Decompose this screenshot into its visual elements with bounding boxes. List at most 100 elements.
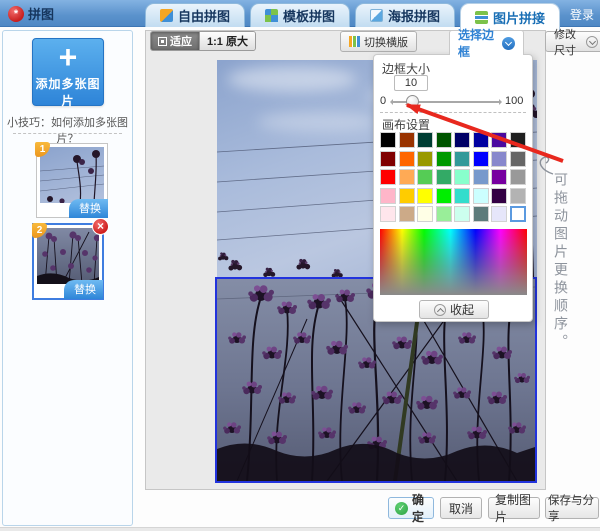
border-size-slider: 0 100 [374,94,532,110]
color-swatch[interactable] [491,151,507,167]
thumbnail-photo-2-art [37,228,99,284]
thumbnail-photo-2 [37,228,99,284]
app-logo: * 拼图 [8,4,54,23]
copy-image-button[interactable]: 复制图片 [488,497,540,519]
color-swatch[interactable] [380,169,396,185]
color-swatch[interactable] [491,169,507,185]
color-swatch[interactable] [454,132,470,148]
color-swatch[interactable] [380,151,396,167]
color-swatch[interactable] [399,206,415,222]
color-swatch[interactable] [473,132,489,148]
logo-icon: * [8,6,24,22]
color-swatch[interactable] [399,132,415,148]
cancel-button[interactable]: 取消 [440,497,482,519]
color-swatch[interactable] [510,151,526,167]
plus-icon: + [33,39,103,75]
color-swatch[interactable] [473,188,489,204]
collapse-button[interactable]: 收起 [419,300,489,319]
tab-template-collage[interactable]: 模板拼图 [250,3,350,27]
check-icon: ✓ [395,502,408,515]
resize-button[interactable]: 修改尺寸 [545,31,600,52]
color-swatch[interactable] [417,206,433,222]
color-swatch[interactable] [417,151,433,167]
poster-collage-icon [370,9,383,22]
color-swatch[interactable] [399,151,415,167]
thumbnail-photo-1-art [40,147,104,203]
color-swatch[interactable] [454,169,470,185]
free-collage-icon [160,9,173,22]
add-images-button[interactable]: + 添加多张图片 [32,38,104,106]
color-swatch[interactable] [510,188,526,204]
color-swatch[interactable] [473,169,489,185]
chevron-up-icon [434,304,446,316]
color-swatch[interactable] [491,132,507,148]
template-collage-icon [265,9,278,22]
thumbnail-item-2[interactable]: 2 × 替换 [32,223,104,300]
color-swatch[interactable] [380,132,396,148]
color-swatch[interactable] [454,206,470,222]
color-swatch[interactable] [491,206,507,222]
slider-track[interactable] [391,101,501,103]
color-swatch[interactable] [417,169,433,185]
select-border-button[interactable]: 选择边框 [449,30,524,55]
color-gradient-picker[interactable] [380,229,527,295]
color-swatch[interactable] [399,169,415,185]
tab-free-collage[interactable]: 自由拼图 [145,3,245,27]
replace-button[interactable]: 替换 [69,199,108,218]
border-size-input[interactable] [394,75,428,91]
color-swatch[interactable] [473,206,489,222]
canvas-settings-label: 画布设置 [382,116,430,133]
color-swatch[interactable] [510,132,526,148]
color-swatch[interactable] [380,206,396,222]
color-swatch[interactable] [417,132,433,148]
thumbnail-photo-1 [40,147,104,203]
color-swatch[interactable] [510,206,526,222]
collapse-label: 收起 [450,301,474,318]
login-link[interactable]: 登录 [570,6,594,23]
confirm-button[interactable]: ✓ 确定 [388,497,434,519]
select-border-label: 选择边框 [458,26,497,60]
color-swatch[interactable] [436,169,452,185]
tab-label: 模板拼图 [283,6,335,25]
tab-label: 图片拼接 [493,8,545,27]
color-swatch[interactable] [491,188,507,204]
zoom-mode-group: 适应 1:1 原大 [150,31,256,51]
color-swatch[interactable] [510,169,526,185]
handwritten-note: 可拖动图片更换顺序。 [551,172,571,352]
color-swatch[interactable] [473,151,489,167]
original-size-button[interactable]: 1:1 原大 [199,32,255,50]
color-swatch[interactable] [436,132,452,148]
add-images-label: 添加多张图片 [33,75,103,109]
divider [13,133,122,134]
divider [380,112,526,113]
color-swatch[interactable] [436,206,452,222]
tab-label: 自由拼图 [178,6,230,25]
color-swatch[interactable] [380,188,396,204]
logo-text: 拼图 [28,4,54,23]
tip-link[interactable]: 小技巧：如何添加多张图片？ [3,114,132,146]
color-swatch[interactable] [454,151,470,167]
color-swatch[interactable] [436,188,452,204]
fit-view-button[interactable]: 适应 [151,32,199,50]
slider-min-label: 0 [380,95,386,107]
resize-label: 修改尺寸 [554,26,582,58]
save-share-button[interactable]: 保存与分享 [545,497,599,519]
layout-bars-icon [349,36,360,47]
chevron-down-icon [586,36,598,48]
color-swatch[interactable] [454,188,470,204]
color-palette [380,132,526,222]
sidebar: + 添加多张图片 小技巧：如何添加多张图片？ 1 [2,30,133,526]
slider-handle[interactable] [406,95,419,108]
tab-poster-collage[interactable]: 海报拼图 [355,3,455,27]
top-bar: * 拼图 自由拼图 模板拼图 海报拼图 图片拼接 登录 [0,0,600,27]
color-swatch[interactable] [417,188,433,204]
remove-thumbnail-button[interactable]: × [92,218,109,235]
switch-layout-button[interactable]: 切换横版 [340,31,417,52]
thumbnail-item-1[interactable]: 1 替换 [36,143,108,218]
save-share-label: 保存与分享 [548,492,596,524]
main-tabs: 自由拼图 模板拼图 海报拼图 图片拼接 [145,3,560,30]
color-swatch[interactable] [399,188,415,204]
replace-button[interactable]: 替换 [64,280,103,299]
slider-max-label: 100 [505,95,523,107]
color-swatch[interactable] [436,151,452,167]
